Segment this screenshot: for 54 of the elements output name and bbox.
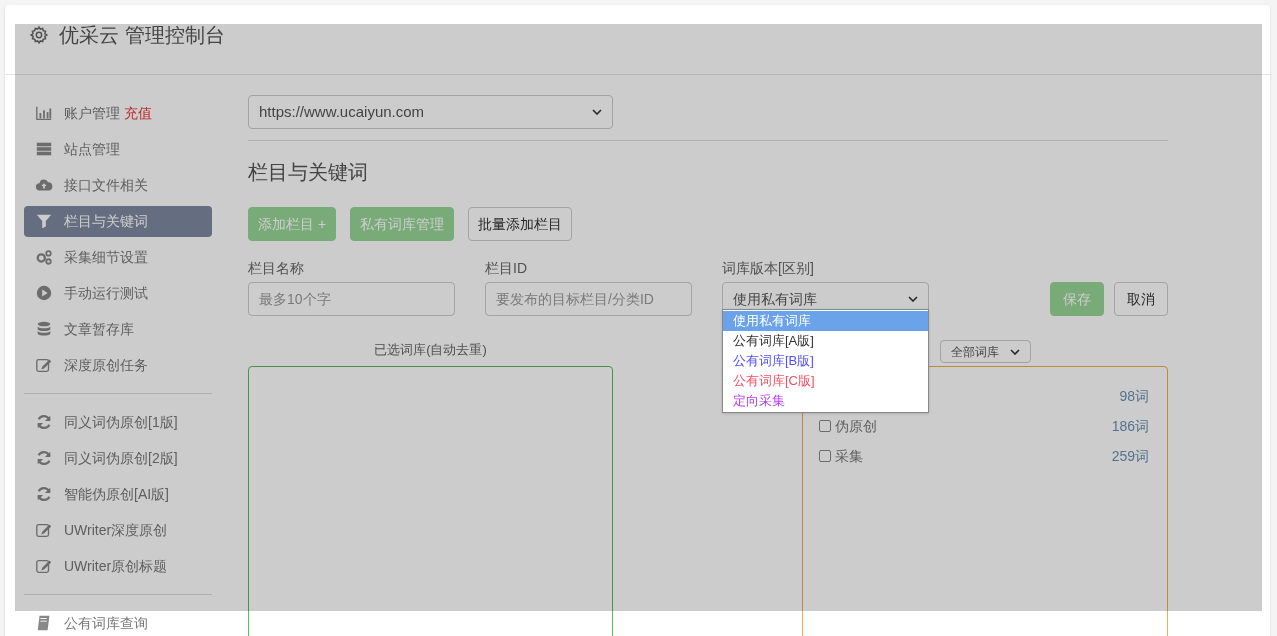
sidebar-item[interactable]: 采集细节设置 xyxy=(24,241,212,273)
library-name: 伪原创 xyxy=(835,416,877,436)
sidebar-item[interactable]: 智能伪原创[AI版] xyxy=(24,478,212,510)
filter-icon xyxy=(35,212,53,230)
sidebar-item[interactable]: 同义词伪原创[1版] xyxy=(24,406,212,438)
caret-icon xyxy=(1010,348,1020,355)
word-count: 259词 xyxy=(1111,446,1149,466)
database-icon xyxy=(35,320,53,338)
chart-icon xyxy=(35,104,53,122)
checkbox[interactable] xyxy=(819,450,831,462)
app-title: 优采云 管理控制台 xyxy=(59,22,225,48)
dropdown-option[interactable]: 使用私有词库 xyxy=(723,311,928,331)
dropdown-option[interactable]: 公有词库[B版] xyxy=(723,351,928,371)
refresh-icon xyxy=(35,485,53,503)
refresh-icon xyxy=(35,413,53,431)
sidebar-item[interactable]: 站点管理 xyxy=(24,133,212,165)
settings-icon xyxy=(29,24,49,45)
library-name: 采集 xyxy=(835,446,863,466)
caret-icon xyxy=(592,109,602,115)
id-input[interactable]: 要发布的目标栏目/分类ID xyxy=(485,282,692,316)
sidebar-item[interactable]: 账户管理 充值 xyxy=(24,97,212,129)
sidebar-item[interactable]: UWriter深度原创 xyxy=(24,514,212,546)
sidebar-item[interactable]: 栏目与关键词 xyxy=(24,205,212,237)
server-icon xyxy=(35,140,53,158)
action-button[interactable]: 批量添加栏目 xyxy=(468,207,573,241)
dropdown-option[interactable]: 公有词库[C版] xyxy=(723,371,928,391)
refresh-icon xyxy=(35,449,53,467)
field-label: 词库版本[区别] xyxy=(722,259,815,278)
checkbox[interactable] xyxy=(819,420,831,432)
caret-icon xyxy=(908,296,918,302)
cancel-button[interactable]: 取消 xyxy=(1114,282,1168,316)
field-label: 栏目ID xyxy=(485,259,528,278)
sidebar-item[interactable]: 深度原创任务 xyxy=(24,349,212,381)
sidebar-item[interactable]: 同义词伪原创[2版] xyxy=(24,442,212,474)
sidebar-item[interactable]: 文章暂存库 xyxy=(24,313,212,345)
filter-select[interactable]: 全部词库 xyxy=(940,340,1031,363)
name-input[interactable]: 最多10个字 xyxy=(248,282,455,316)
word-count: 98词 xyxy=(1119,386,1149,406)
sidebar-item[interactable]: 手动运行测试 xyxy=(24,277,212,309)
edit-icon xyxy=(35,557,53,575)
edit-icon xyxy=(35,521,53,539)
sidebar-item[interactable]: 公有词库查询 xyxy=(24,607,212,636)
site-select[interactable]: https://www.ucaiyun.com xyxy=(248,95,613,129)
dropdown-option[interactable]: 定向采集 xyxy=(723,391,928,411)
section-title: 栏目与关键词 xyxy=(248,160,369,185)
word-count: 186词 xyxy=(1111,416,1149,436)
sidebar-item[interactable]: 接口文件相关 xyxy=(24,169,212,201)
sidebar-item[interactable]: UWriter原创标题 xyxy=(24,550,212,582)
dropdown-option[interactable]: 公有词库[A版] xyxy=(723,331,928,351)
edit-icon xyxy=(35,356,53,374)
panel-title: 已选词库(自动去重) xyxy=(373,341,488,359)
play-icon xyxy=(35,284,53,302)
field-label: 栏目名称 xyxy=(248,259,305,278)
recharge-link[interactable]: 充值 xyxy=(124,102,152,124)
